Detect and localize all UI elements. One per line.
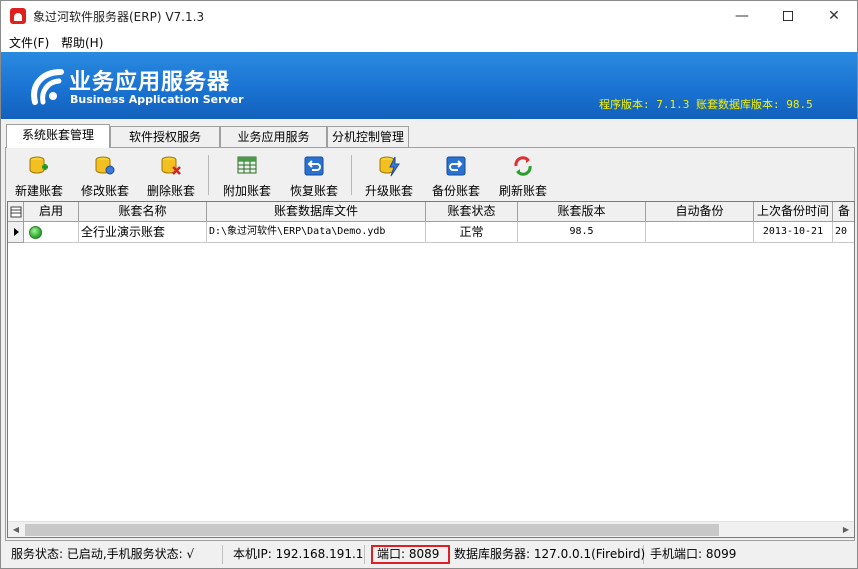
enabled-status-icon (29, 226, 42, 239)
port-status: 端口: 8089 (371, 545, 450, 564)
account-grid: 启用 账套名称 账套数据库文件 账套状态 账套版本 自动备份 上次备份时间 备 … (7, 201, 855, 538)
refresh-account-label: 刷新账套 (498, 184, 547, 198)
tab-account-management[interactable]: 系统账套管理 (6, 124, 110, 148)
toolbar-separator (351, 155, 352, 195)
new-account-label: 新建账套 (14, 184, 63, 198)
app-window: 象过河软件服务器(ERP) V7.1.3 — ✕ 文件(F) 帮助(H) 业务应… (0, 0, 858, 569)
attach-grid-icon (237, 156, 257, 174)
mobile-port-status: 手机端口: 8099 (650, 547, 737, 561)
edit-db-icon (95, 156, 115, 175)
status-bar: 服务状态: 已启动,手机服务状态: √ 本机IP: 192.168.191.1 … (1, 542, 857, 568)
attach-account-label: 附加账套 (222, 184, 271, 198)
header-account-name[interactable]: 账套名称 (79, 202, 207, 222)
minimize-button[interactable]: — (719, 1, 765, 31)
cell-auto-backup[interactable] (646, 222, 754, 243)
maximize-icon (783, 11, 793, 21)
edit-account-label: 修改账套 (80, 184, 129, 198)
header-last-backup[interactable]: 上次备份时间 (754, 202, 833, 222)
header-extra[interactable]: 备 (833, 202, 854, 222)
window-title: 象过河软件服务器(ERP) V7.1.3 (33, 10, 205, 24)
header-select-all[interactable] (8, 202, 24, 222)
delete-db-icon (161, 156, 181, 175)
upgrade-account-button[interactable]: 升级账套 (358, 151, 420, 199)
row-indicator (8, 222, 24, 243)
header-db-file[interactable]: 账套数据库文件 (207, 202, 426, 222)
header-enabled[interactable]: 启用 (24, 202, 79, 222)
server-logo-icon (31, 69, 64, 105)
tab-bar: 系统账套管理 软件授权服务 业务应用服务 分机控制管理 (1, 124, 857, 148)
scroll-right-icon[interactable]: ▶ (838, 522, 854, 537)
edit-account-button[interactable]: 修改账套 (74, 151, 136, 199)
table-row[interactable]: 全行业演示账套 D:\象过河软件\ERP\Data\Demo.ydb 正常 98… (8, 222, 854, 243)
local-ip: 本机IP: 192.168.191.1 (229, 545, 365, 564)
grid-header: 启用 账套名称 账套数据库文件 账套状态 账套版本 自动备份 上次备份时间 备 (8, 202, 854, 222)
toolbar-separator (208, 155, 209, 195)
header-status[interactable]: 账套状态 (426, 202, 518, 222)
menu-help[interactable]: 帮助(H) (61, 34, 103, 51)
upgrade-icon (379, 156, 400, 177)
cell-account-name[interactable]: 全行业演示账套 (79, 222, 207, 243)
toolbar: 新建账套 修改账套 删除账套 附加账套 恢复账套 升级账套 备份账套 刷新账套 (6, 151, 854, 199)
app-logo-icon (10, 8, 26, 24)
db-server-status: 数据库服务器: 127.0.0.1(Firebird) (450, 545, 645, 564)
tab-license-service[interactable]: 软件授权服务 (110, 126, 220, 147)
restore-account-button[interactable]: 恢复账套 (283, 151, 345, 199)
grid-menu-icon (10, 206, 21, 218)
delete-account-label: 删除账套 (146, 184, 195, 198)
horizontal-scrollbar[interactable]: ◀ ▶ (8, 521, 854, 537)
cell-version[interactable]: 98.5 (518, 222, 646, 243)
backup-account-label: 备份账套 (431, 184, 480, 198)
refresh-icon (514, 156, 532, 176)
close-button[interactable]: ✕ (811, 1, 857, 31)
banner-subtitle: Business Application Server (70, 93, 244, 106)
new-account-button[interactable]: 新建账套 (8, 151, 70, 199)
backup-account-button[interactable]: 备份账套 (425, 151, 487, 199)
banner-title: 业务应用服务器 (69, 70, 231, 95)
restore-icon (304, 156, 324, 176)
maximize-button[interactable] (765, 1, 811, 31)
new-db-icon (29, 156, 48, 174)
cell-last-backup[interactable]: 2013-10-21 (754, 222, 833, 243)
menu-bar: 文件(F) 帮助(H) (1, 31, 857, 52)
upgrade-account-label: 升级账套 (364, 184, 413, 198)
title-bar: 象过河软件服务器(ERP) V7.1.3 — ✕ (1, 1, 857, 31)
delete-account-button[interactable]: 删除账套 (140, 151, 202, 199)
cell-extra[interactable]: 20 (833, 222, 854, 243)
scroll-left-icon[interactable]: ◀ (8, 522, 24, 537)
scroll-thumb[interactable] (25, 524, 719, 536)
tab-business-service[interactable]: 业务应用服务 (220, 126, 327, 147)
menu-file[interactable]: 文件(F) (9, 34, 49, 51)
version-info: 程序版本: 7.1.3 账套数据库版本: 98.5 (599, 98, 813, 111)
tab-extension-control[interactable]: 分机控制管理 (327, 126, 409, 147)
restore-account-label: 恢复账套 (289, 184, 338, 198)
backup-icon (446, 156, 466, 176)
cell-enabled[interactable] (24, 222, 79, 243)
refresh-account-button[interactable]: 刷新账套 (492, 151, 554, 199)
cell-status[interactable]: 正常 (426, 222, 518, 243)
banner: 业务应用服务器 Business Application Server 程序版本… (1, 52, 857, 119)
cell-db-file[interactable]: D:\象过河软件\ERP\Data\Demo.ydb (207, 222, 426, 243)
header-version[interactable]: 账套版本 (518, 202, 646, 222)
attach-account-button[interactable]: 附加账套 (216, 151, 278, 199)
service-status: 服务状态: 已启动,手机服务状态: √ (7, 545, 223, 564)
header-auto-backup[interactable]: 自动备份 (646, 202, 754, 222)
